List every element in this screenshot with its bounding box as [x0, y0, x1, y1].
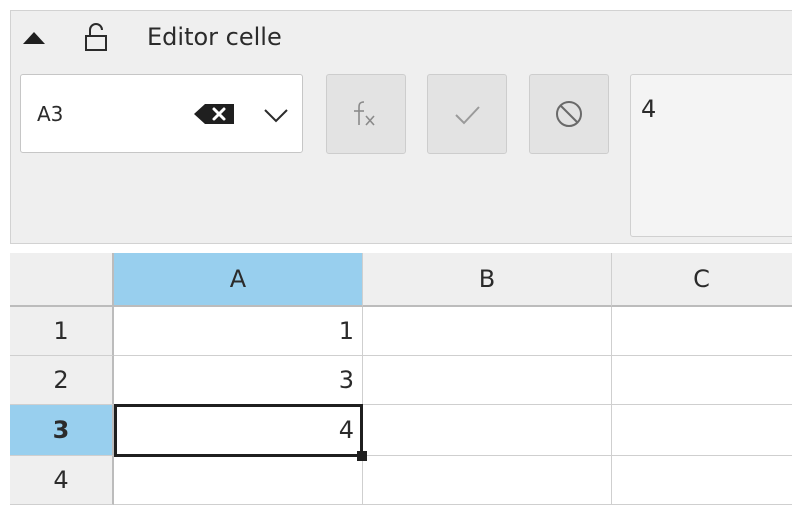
cell-b1[interactable] — [363, 307, 612, 356]
row-header-3[interactable]: 3 — [10, 405, 114, 456]
column-header-c[interactable]: C — [612, 253, 792, 307]
reference-dropdown-button[interactable] — [260, 101, 292, 129]
cell-a2[interactable]: 3 — [114, 356, 363, 405]
triangle-up-icon — [23, 32, 45, 44]
chevron-down-icon — [264, 109, 288, 123]
checkmark-icon — [455, 106, 480, 125]
row-header-1[interactable]: 1 — [10, 307, 114, 356]
cell-b2[interactable] — [363, 356, 612, 405]
spreadsheet-window: Editor celle A3 4 A B C 1 1 2 3 3 4 4 — [0, 0, 792, 508]
formula-text[interactable]: 4 — [641, 95, 656, 123]
cell-a3[interactable]: 4 — [114, 405, 363, 456]
cell-c2[interactable] — [612, 356, 792, 405]
panel-title: Editor celle — [147, 23, 282, 51]
lock-panel-button[interactable] — [81, 21, 111, 53]
backspace-icon — [194, 104, 234, 124]
cell-c4[interactable] — [612, 456, 792, 505]
cell-reference-box[interactable]: A3 — [20, 74, 303, 153]
autofill-handle[interactable] — [357, 451, 367, 461]
cell-a1[interactable]: 1 — [114, 307, 363, 356]
cancel-circle-icon — [556, 101, 582, 127]
column-header-b[interactable]: B — [363, 253, 612, 307]
fx-icon — [354, 101, 375, 126]
function-wizard-button[interactable] — [326, 74, 406, 154]
lock-icon — [85, 23, 107, 51]
cell-c3[interactable] — [612, 405, 792, 456]
cell-b4[interactable] — [363, 456, 612, 505]
row-header-4[interactable]: 4 — [10, 456, 114, 505]
collapse-panel-button[interactable] — [21, 25, 47, 51]
accept-button[interactable] — [427, 74, 507, 154]
spreadsheet-grid: A B C 1 1 2 3 3 4 4 — [10, 253, 792, 508]
cell-b3[interactable] — [363, 405, 612, 456]
cell-reference-value[interactable]: A3 — [37, 101, 63, 127]
formula-input[interactable]: 4 — [630, 74, 792, 237]
cell-a4[interactable] — [114, 456, 363, 505]
cell-editor-panel: Editor celle A3 4 — [10, 10, 792, 244]
cell-c1[interactable] — [612, 307, 792, 356]
select-all-corner[interactable] — [10, 253, 114, 307]
column-header-a[interactable]: A — [114, 253, 363, 307]
clear-reference-button[interactable] — [192, 102, 236, 126]
row-header-2[interactable]: 2 — [10, 356, 114, 405]
cancel-button[interactable] — [529, 74, 609, 154]
